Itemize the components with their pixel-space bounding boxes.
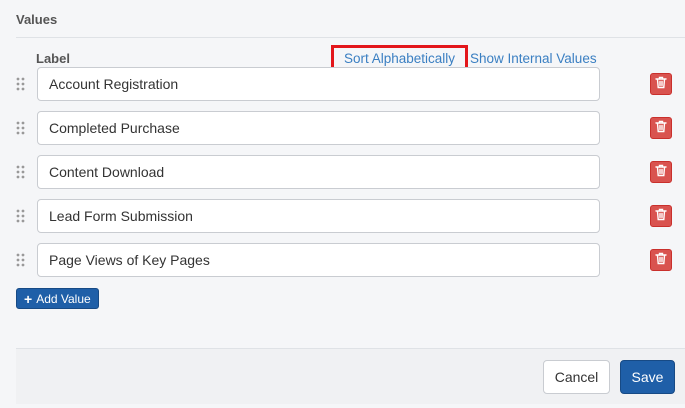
value-row: [0, 67, 685, 101]
values-editor: Values Label Sort Alphabetically Show In…: [0, 0, 685, 408]
show-internal-values-link[interactable]: Show Internal Values: [470, 51, 597, 66]
value-row: [0, 199, 685, 233]
section-title: Values: [16, 12, 58, 27]
plus-icon: +: [24, 290, 33, 307]
drag-handle-icon[interactable]: [16, 77, 25, 91]
value-row: [0, 155, 685, 189]
add-value-button[interactable]: + Add Value: [16, 288, 99, 309]
drag-handle-icon[interactable]: [16, 253, 25, 267]
trash-icon: [655, 120, 667, 136]
value-label-input[interactable]: [37, 199, 600, 233]
value-row: [0, 111, 685, 145]
value-label-input[interactable]: [37, 111, 600, 145]
trash-icon: [655, 76, 667, 92]
value-label-input[interactable]: [37, 67, 600, 101]
delete-value-button[interactable]: [650, 205, 672, 227]
delete-value-button[interactable]: [650, 161, 672, 183]
drag-handle-icon[interactable]: [16, 209, 25, 223]
value-label-input[interactable]: [37, 243, 600, 277]
drag-handle-icon[interactable]: [16, 165, 25, 179]
trash-icon: [655, 164, 667, 180]
trash-icon: [655, 208, 667, 224]
save-button[interactable]: Save: [620, 360, 675, 394]
delete-value-button[interactable]: [650, 249, 672, 271]
cancel-button[interactable]: Cancel: [543, 360, 610, 394]
trash-icon: [655, 252, 667, 268]
label-column-header: Label: [36, 51, 70, 66]
delete-value-button[interactable]: [650, 73, 672, 95]
delete-value-button[interactable]: [650, 117, 672, 139]
section-divider: [16, 37, 685, 38]
sort-alphabetically-label: Sort Alphabetically: [343, 51, 456, 66]
add-value-label: Add Value: [36, 291, 91, 306]
drag-handle-icon[interactable]: [16, 121, 25, 135]
value-row: [0, 243, 685, 277]
value-label-input[interactable]: [37, 155, 600, 189]
